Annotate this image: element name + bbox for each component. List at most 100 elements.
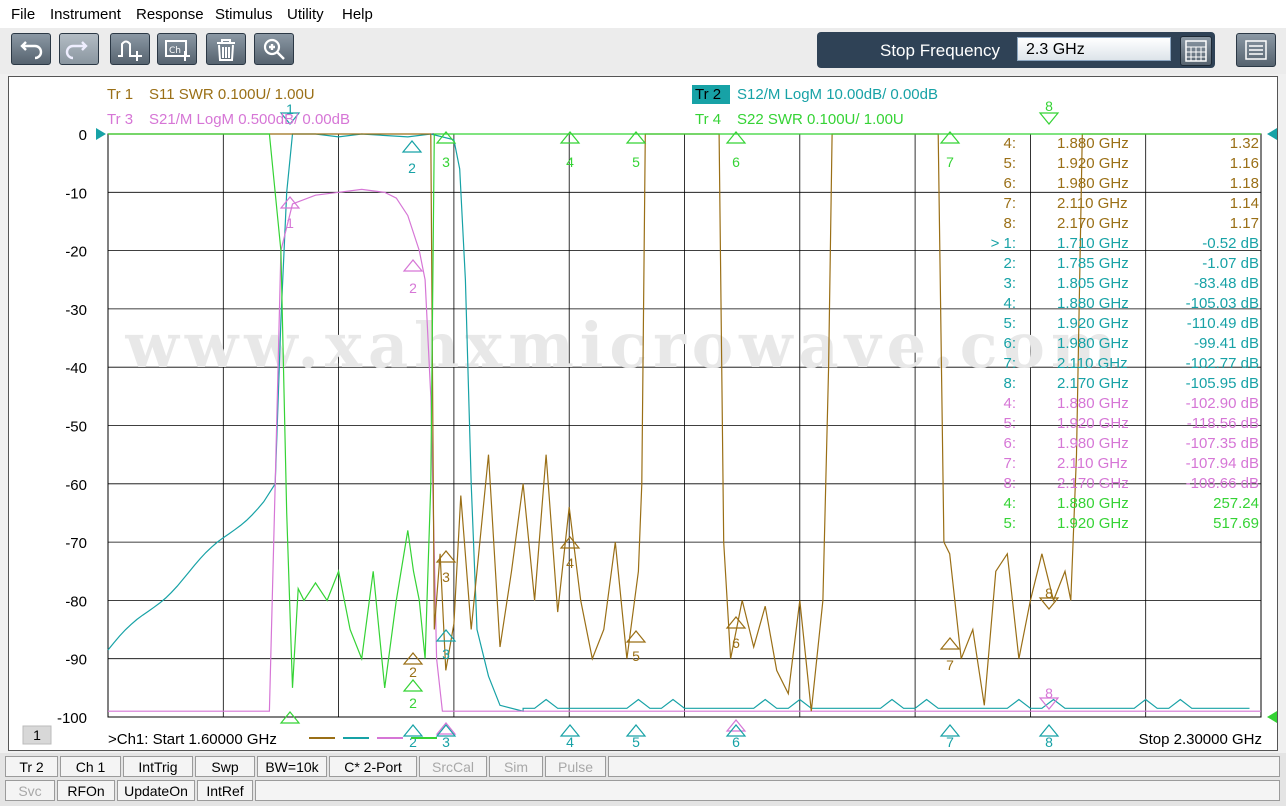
keypad-button[interactable] [1180,36,1212,66]
y-tick-label: -50 [65,419,87,436]
marker-2-tr4 [402,679,424,692]
status-rfon[interactable]: RFOn [57,780,115,801]
marker-value: 1.16 [1230,155,1259,172]
marker-frequency: 1.920 GHz [1057,415,1129,432]
marker-value: -107.94 dB [1186,455,1259,472]
bottom-marker-label: 7 [946,734,954,750]
status-calibration[interactable]: C* 2-Port [329,756,417,777]
marker-id: 4: [1003,135,1016,152]
main-menu-button[interactable] [1236,33,1276,67]
add-marker-icon [118,40,142,61]
menu-stimulus[interactable]: Stimulus [215,6,273,23]
menu-bar: File Instrument Response Stimulus Utilit… [0,0,1286,28]
add-channel-button[interactable]: Ch [157,33,197,65]
menu-help[interactable]: Help [342,6,373,23]
marker-label: 2 [409,695,417,711]
status-ch1[interactable]: Ch 1 [60,756,121,777]
marker-label: 2 [409,664,417,680]
marker-label: 3 [442,569,450,585]
marker-label: 8 [1045,98,1053,114]
marker-frequency: 2.110 GHz [1057,455,1128,472]
trace-header: Tr 1 S11 SWR 0.100U/ 1.00U Tr 2 S12/M LogM … [107,85,938,128]
marker-value: -83.48 dB [1194,275,1259,292]
marker-value: -110.49 dB [1187,315,1259,332]
marker-id: 8: [1003,375,1016,392]
stop-frequency-panel: Stop Frequency 2.3 GHz [817,32,1215,68]
add-channel-icon: Ch [165,40,190,61]
status-trigger[interactable]: IntTrig [123,756,193,777]
plot-footer: 1 >Ch1: Start 1.60000 GHz Stop 2.30000 GHz [22,725,1262,748]
redo-icon [65,41,88,60]
trace-desc: S21/M LogM 0.500dB/ 0.00dB [149,111,350,128]
marker-frequency: 1.880 GHz [1057,295,1129,312]
status-svc[interactable]: Svc [5,780,55,801]
marker-2-tr3 [402,259,424,272]
markers-layer: 12123 4 5 6 7834567832282 3 4 5 6 7 8 [279,98,1060,750]
marker-id: 6: [1003,335,1016,352]
y-tick-label: -10 [65,185,87,202]
marker-6-tr1 [725,616,747,629]
marker-frequency: 2.170 GHz [1057,215,1129,232]
marker-id: 5: [1003,155,1016,172]
marker-frequency: 2.170 GHz [1057,475,1129,492]
zoom-button[interactable] [254,33,294,65]
marker-value: 1.18 [1230,175,1259,192]
marker-7-tr1 [939,637,961,650]
status-updateon[interactable]: UpdateOn [117,780,195,801]
measurement-display[interactable]: www.xahxmicrowave.com 0 -10 -20 -30 -40 -50 -6… [8,76,1278,751]
undo-button[interactable] [11,33,51,65]
trace-id: Tr 4 [695,111,721,128]
marker-value: -107.35 dB [1186,435,1259,452]
stop-frequency: Stop 2.30000 GHz [1139,731,1262,748]
marker-id: 5: [1003,315,1016,332]
marker-frequency: 1.880 GHz [1057,135,1129,152]
menu-utility[interactable]: Utility [287,6,324,23]
y-tick-label: -80 [65,593,87,610]
status-sim[interactable]: Sim [489,756,543,777]
bottom-marker-label: 4 [566,734,574,750]
marker-id: 5: [1003,515,1016,532]
y-tick-label: 0 [79,127,87,144]
marker-value: 1.32 [1230,135,1259,152]
menu-response[interactable]: Response [136,6,204,23]
marker-id: 3: [1003,275,1016,292]
stop-frequency-input[interactable]: 2.3 GHz [1017,37,1171,61]
delete-button[interactable] [206,33,246,65]
status-sweep[interactable]: Swp [195,756,255,777]
y-tick-label: -20 [65,244,87,261]
watermark: www.xahxmicrowave.com [125,309,1123,382]
add-marker-button[interactable] [110,33,150,65]
marker-label: 4 [566,555,574,571]
status-intref[interactable]: IntRef [197,780,253,801]
menu-file[interactable]: File [11,6,35,23]
marker-value: 1.17 [1230,215,1259,232]
marker-value: -99.41 dB [1194,335,1259,352]
marker-label: 2 [408,160,416,176]
redo-button[interactable] [59,33,99,65]
marker-value: -105.95 dB [1186,375,1259,392]
ref-arrow-right-bottom [1267,711,1277,723]
status-tr2[interactable]: Tr 2 [5,756,58,777]
status-pulse[interactable]: Pulse [545,756,606,777]
trace-desc: S22 SWR 0.100U/ 1.00U [737,111,904,128]
marker-value: -102.90 dB [1186,395,1259,412]
keypad-icon [1185,40,1207,62]
status-empty [608,756,1280,777]
zoom-icon [263,38,285,60]
marker-2-tr2 [401,140,423,153]
marker-label: 4 [566,154,574,170]
marker-frequency: 1.980 GHz [1057,335,1129,352]
bottom-marker-label: 8 [1045,734,1053,750]
marker-label: 6 [732,635,740,651]
status-srccal[interactable]: SrcCal [419,756,487,777]
marker-frequency: 2.110 GHz [1057,355,1128,372]
marker-id: 6: [1003,435,1016,452]
menu-instrument[interactable]: Instrument [50,6,121,23]
channel-number: 1 [33,727,41,743]
marker-frequency: 1.805 GHz [1057,275,1129,292]
status-empty-2 [255,780,1280,801]
bottom-marker-label: 2 [409,734,417,750]
status-bandwidth[interactable]: BW=10k [257,756,327,777]
marker-frequency: 1.880 GHz [1057,495,1129,512]
ref-arrow-left [96,128,106,140]
